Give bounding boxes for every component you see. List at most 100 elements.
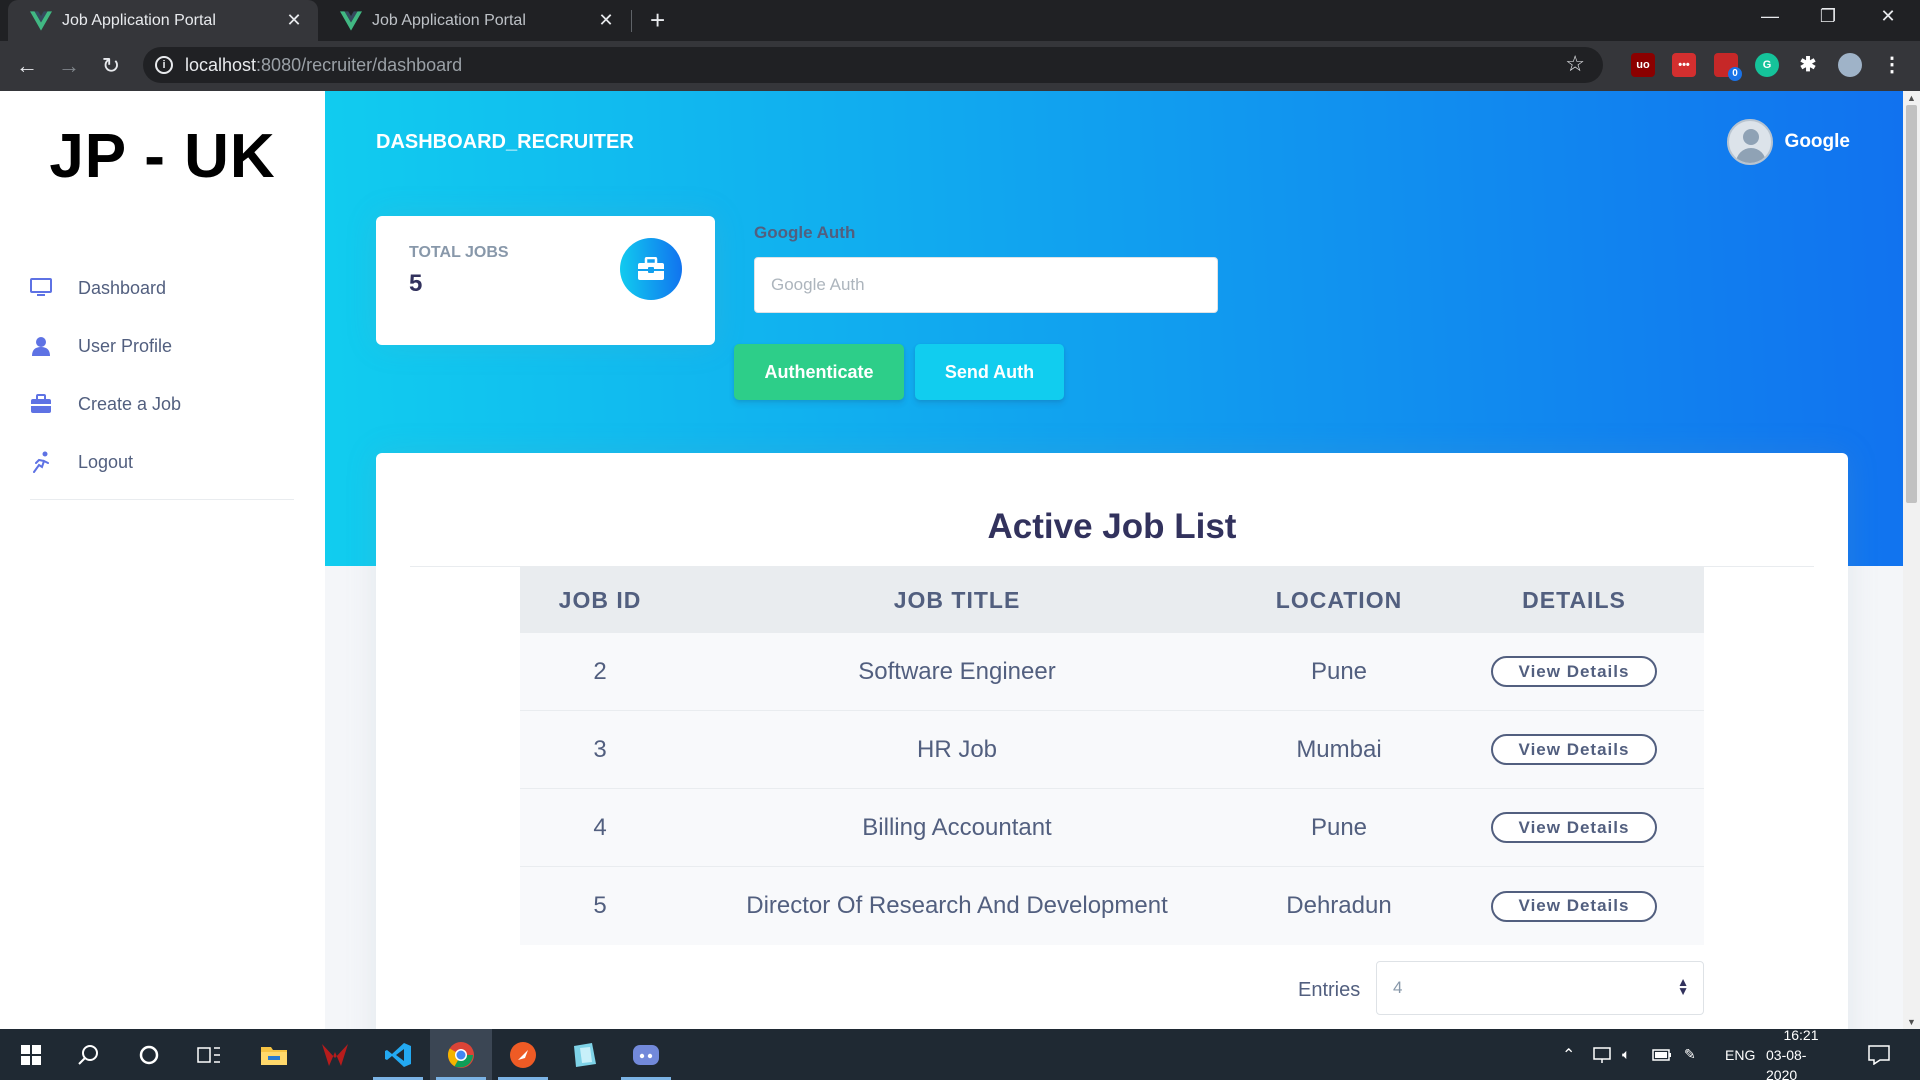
app-icon[interactable]	[304, 1029, 366, 1080]
address-bar[interactable]: i localhost :8080/recruiter/dashboard ☆	[143, 47, 1603, 83]
sidebar-nav: Dashboard User Profile Create a Job Logo…	[0, 259, 325, 491]
table-row: 4 Billing Accountant Pune View Details	[520, 789, 1704, 867]
sidebar-item-dashboard[interactable]: Dashboard	[0, 259, 325, 317]
grammarly-extension-icon[interactable]: G	[1755, 53, 1779, 77]
chrome-icon[interactable]	[430, 1029, 492, 1080]
sidebar-item-user-profile[interactable]: User Profile	[0, 317, 325, 375]
new-tab-button[interactable]: +	[650, 6, 665, 34]
postman-icon[interactable]	[492, 1029, 554, 1080]
monitor-icon	[30, 277, 52, 299]
tray-chevron-icon[interactable]: ⌃	[1562, 1029, 1575, 1080]
pen-icon[interactable]: ✎	[1684, 1029, 1696, 1080]
google-auth-input[interactable]	[754, 257, 1218, 313]
authenticate-button[interactable]: Authenticate	[734, 344, 904, 400]
total-jobs-card: TOTAL JOBS 5	[376, 216, 715, 345]
extension-badge-icon[interactable]: 0	[1714, 53, 1742, 81]
discord-icon[interactable]	[615, 1029, 677, 1080]
table-row: 3 HR Job Mumbai View Details	[520, 711, 1704, 789]
url-path: :8080/recruiter/dashboard	[256, 54, 463, 75]
page-title[interactable]: DASHBOARD_RECRUITER	[376, 131, 634, 154]
job-title-cell: HR Job	[916, 735, 998, 763]
job-title-cell: Billing Accountant	[862, 813, 1052, 841]
sidebar: JP - UK Dashboard User Profile Create a …	[0, 91, 325, 1029]
active-job-list-card: Active Job List JOB ID JOB TITLE LOCATIO…	[376, 453, 1848, 1029]
browser-titlebar: Job Application Portal ✕ Job Application…	[0, 0, 1920, 41]
sidebar-divider	[30, 499, 294, 500]
location-cell: Dehradun	[1286, 892, 1392, 919]
table-title: Active Job List	[987, 507, 1237, 546]
scroll-down-icon[interactable]: ▼	[1906, 1017, 1917, 1027]
view-details-button[interactable]: View Details	[1491, 656, 1657, 687]
entries-select[interactable]: 4 ▲ ▼	[1376, 961, 1704, 1015]
reload-icon[interactable]: ↻	[96, 51, 126, 81]
windows-taskbar: ⌃ 🔈︎ ✎ ENG 16:21 03-08-2020	[0, 1027, 1920, 1083]
table-row: 5 Director Of Research And Development D…	[520, 867, 1704, 945]
run-icon	[30, 451, 52, 473]
clock[interactable]: 16:21 03-08-2020	[1766, 1027, 1836, 1083]
vscode-icon[interactable]	[367, 1029, 429, 1080]
avatar	[1726, 119, 1773, 165]
view-details-button[interactable]: View Details	[1491, 890, 1657, 922]
url-host: localhost	[185, 54, 257, 75]
profile-avatar-icon[interactable]	[1838, 53, 1862, 77]
network-icon[interactable]	[1592, 1029, 1612, 1080]
view-details-button[interactable]: View Details	[1491, 734, 1657, 765]
browser-tab[interactable]: Job Application Portal ✕	[318, 0, 630, 41]
view-details-button[interactable]: View Details	[1491, 812, 1657, 843]
tab-close-icon[interactable]: ✕	[596, 10, 616, 31]
table-row: 2 Software Engineer Pune View Details	[520, 633, 1704, 711]
restore-icon[interactable]: ❐	[1813, 6, 1843, 27]
extensions-puzzle-icon[interactable]: ✱	[1796, 53, 1820, 77]
task-view-icon[interactable]	[178, 1029, 240, 1080]
ublock-extension-icon[interactable]: uo	[1631, 53, 1655, 77]
sidebar-item-label: Dashboard	[78, 277, 167, 298]
cortana-icon[interactable]	[118, 1029, 180, 1080]
column-header-job-id[interactable]: JOB ID	[520, 587, 680, 614]
browser-toolbar: ← → ↻ i localhost :8080/recruiter/dashbo…	[0, 41, 1920, 91]
user-menu[interactable]: Google	[1726, 119, 1850, 165]
column-header-job-title[interactable]: JOB TITLE	[680, 587, 1234, 614]
search-icon[interactable]	[58, 1029, 120, 1080]
job-title-cell: Software Engineer	[858, 657, 1056, 685]
column-header-details[interactable]: DETAILS	[1444, 587, 1704, 614]
sidebar-item-create-job[interactable]: Create a Job	[0, 375, 325, 433]
clock-time: 16:21	[1783, 1026, 1819, 1043]
entries-label: Entries	[1298, 979, 1361, 1001]
notification-icon[interactable]	[1868, 1029, 1890, 1080]
page-scrollbar[interactable]: ▲ ▼	[1903, 91, 1920, 1029]
browser-tab-active[interactable]: Job Application Portal ✕	[8, 0, 318, 41]
sidebar-item-label: Create a Job	[78, 393, 182, 414]
jobs-table: JOB ID JOB TITLE LOCATION DETAILS 2 Soft…	[520, 567, 1704, 945]
scroll-up-icon[interactable]: ▲	[1906, 93, 1917, 103]
extension-icon[interactable]: •••	[1672, 53, 1696, 77]
brand-logo[interactable]: JP - UK	[0, 121, 325, 192]
vue-logo-icon	[340, 10, 362, 31]
info-icon[interactable]: i	[155, 56, 173, 74]
minimize-icon[interactable]: —	[1755, 6, 1785, 27]
sidebar-item-label: Logout	[78, 451, 134, 472]
volume-icon[interactable]: 🔈︎	[1622, 1029, 1630, 1080]
forward-icon[interactable]: →	[54, 51, 84, 81]
app-icon[interactable]	[553, 1029, 615, 1080]
chrome-menu-icon[interactable]: ⋮	[1880, 53, 1904, 77]
back-icon[interactable]: ←	[12, 51, 42, 81]
tab-close-icon[interactable]: ✕	[284, 10, 304, 31]
send-auth-button[interactable]: Send Auth	[915, 344, 1064, 400]
file-explorer-icon[interactable]	[243, 1029, 305, 1080]
bookmark-star-icon[interactable]: ☆	[1565, 51, 1585, 77]
windows-start-icon[interactable]	[0, 1029, 62, 1080]
vue-logo-icon	[30, 10, 52, 31]
close-window-icon[interactable]: ✕	[1873, 6, 1903, 27]
clock-date: 03-08-2020	[1766, 1046, 1807, 1083]
location-cell: Mumbai	[1296, 735, 1382, 763]
language-indicator[interactable]: ENG	[1725, 1029, 1755, 1080]
location-cell: Pune	[1310, 813, 1368, 841]
sidebar-item-logout[interactable]: Logout	[0, 433, 325, 491]
briefcase-icon	[620, 238, 682, 300]
job-id-cell: 2	[593, 657, 607, 685]
scrollbar-thumb[interactable]	[1906, 105, 1917, 503]
table-header: JOB ID JOB TITLE LOCATION DETAILS	[520, 567, 1704, 633]
battery-icon[interactable]	[1652, 1029, 1672, 1080]
job-id-cell: 3	[593, 735, 607, 763]
column-header-location[interactable]: LOCATION	[1234, 587, 1444, 614]
